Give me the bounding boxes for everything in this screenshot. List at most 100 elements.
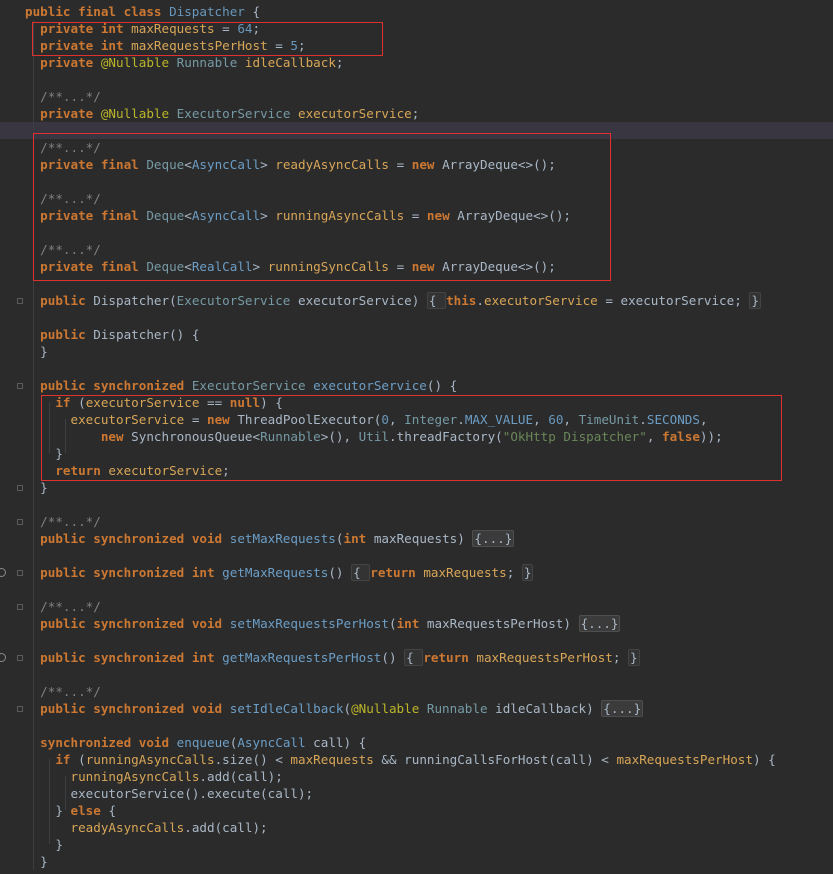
code-line: public synchronized void setIdleCallback…: [0, 700, 833, 717]
code-text: synchronized void enqueue(AsyncCall call…: [25, 734, 366, 751]
code-line: if (runningAsyncCalls.size() < maxReques…: [0, 751, 833, 768]
code-token: {: [108, 803, 117, 818]
code-token: maxRequestsPerHost: [476, 650, 613, 665]
code-line: new SynchronousQueue<Runnable>(), Util.t…: [0, 428, 833, 445]
code-token: private: [40, 106, 101, 121]
fold-toggle-icon[interactable]: [17, 383, 23, 389]
code-token: public synchronized: [40, 378, 192, 393]
code-token: {: [426, 292, 447, 309]
fold-toggle-icon[interactable]: [17, 570, 23, 576]
code-token: ,: [388, 412, 405, 427]
code-token: return: [370, 565, 424, 580]
code-token: @Nullable: [100, 55, 177, 70]
code-line: }: [0, 853, 833, 870]
code-token: readyAsyncCalls: [70, 820, 185, 835]
code-line: private @Nullable ExecutorService execut…: [0, 105, 833, 122]
code-token: private int: [40, 21, 132, 36]
code-token: ));: [699, 429, 723, 444]
code-text: public synchronized void setMaxRequestsP…: [25, 615, 621, 632]
code-text: public Dispatcher() {: [25, 326, 199, 343]
code-token: public final class: [25, 4, 170, 19]
code-token: }: [55, 803, 71, 818]
code-token: Dispatcher: [169, 4, 245, 19]
code-text: private int maxRequests = 64;: [25, 20, 260, 37]
code-text: private final Deque<AsyncCall> readyAsyn…: [25, 156, 556, 173]
code-line: public Dispatcher() {: [0, 326, 833, 343]
code-token: maxRequestsPerHost): [426, 616, 579, 631]
code-token: @Nullable: [100, 106, 177, 121]
code-token: enqueue: [176, 735, 230, 750]
code-token: = executorService;: [597, 293, 750, 308]
code-token: ArrayDeque<>();: [442, 259, 556, 274]
code-token: (): [328, 565, 352, 580]
code-line: return executorService;: [0, 462, 833, 479]
code-editor[interactable]: public final class Dispatcher { private …: [0, 0, 833, 874]
code-token: if: [55, 752, 79, 767]
code-token: =: [404, 208, 427, 223]
code-token: ) {: [752, 752, 776, 767]
code-token: (: [343, 701, 352, 716]
code-text: readyAsyncCalls.add(call);: [25, 819, 268, 836]
code-line: /**...*/: [0, 139, 833, 156]
code-token: private final: [40, 208, 147, 223]
code-token: executorService: [85, 395, 200, 410]
code-token: AsyncCall: [191, 157, 261, 172]
code-text: }: [25, 836, 63, 853]
code-token: /**...*/: [40, 599, 101, 614]
fold-toggle-icon[interactable]: [17, 298, 23, 304]
code-text: private @Nullable Runnable idleCallback;: [25, 54, 343, 71]
code-text: /**...*/: [25, 683, 101, 700]
code-token: ,: [563, 412, 579, 427]
fold-toggle-icon[interactable]: [17, 519, 23, 525]
code-token: =: [184, 412, 207, 427]
code-token: Deque: [146, 208, 185, 223]
fold-toggle-icon[interactable]: [17, 485, 23, 491]
code-token: =: [389, 157, 412, 172]
code-token: =: [267, 38, 291, 53]
code-token: ) {: [260, 395, 283, 410]
code-token: Runnable: [260, 429, 321, 444]
code-token: ==: [199, 395, 230, 410]
code-token: this: [446, 293, 477, 308]
code-text: public synchronized void setIdleCallback…: [25, 700, 644, 717]
indent-guide: [33, 20, 34, 870]
code-token: ThreadPoolExecutor(: [237, 412, 382, 427]
code-token: .add(call);: [184, 820, 268, 835]
code-token: ArrayDeque<>();: [457, 208, 571, 223]
code-token: AsyncCall: [191, 208, 261, 223]
fold-toggle-icon[interactable]: [17, 604, 23, 610]
code-token: ,: [699, 412, 708, 427]
code-line: public final class Dispatcher {: [0, 3, 833, 20]
code-token: maxRequestsPerHost: [616, 752, 753, 767]
fold-toggle-icon[interactable]: [17, 706, 23, 712]
code-token: ;: [612, 650, 629, 665]
code-line: } else {: [0, 802, 833, 819]
code-line: private int maxRequests = 64;: [0, 20, 833, 37]
code-token: <: [184, 157, 192, 172]
code-token: maxRequestsPerHost: [131, 38, 268, 53]
code-token: MAX_VALUE: [464, 412, 534, 427]
code-token: public synchronized void: [40, 616, 230, 631]
code-token: {: [244, 4, 261, 19]
code-token: (: [78, 395, 86, 410]
code-line: /**...*/: [0, 513, 833, 530]
code-token: public synchronized void: [40, 531, 230, 546]
code-token: <: [184, 208, 192, 223]
fold-toggle-icon[interactable]: [17, 655, 23, 661]
override-marker-icon[interactable]: [0, 653, 6, 662]
code-token: ;: [411, 106, 420, 121]
override-marker-icon[interactable]: [0, 568, 6, 577]
code-text: /**...*/: [25, 598, 101, 615]
indent-guide: [65, 776, 66, 810]
code-token: AsyncCall: [237, 735, 314, 750]
code-text: public synchronized ExecutorService exec…: [25, 377, 457, 394]
code-text: /**...*/: [25, 190, 101, 207]
code-text: if (runningAsyncCalls.size() < maxReques…: [25, 751, 776, 768]
